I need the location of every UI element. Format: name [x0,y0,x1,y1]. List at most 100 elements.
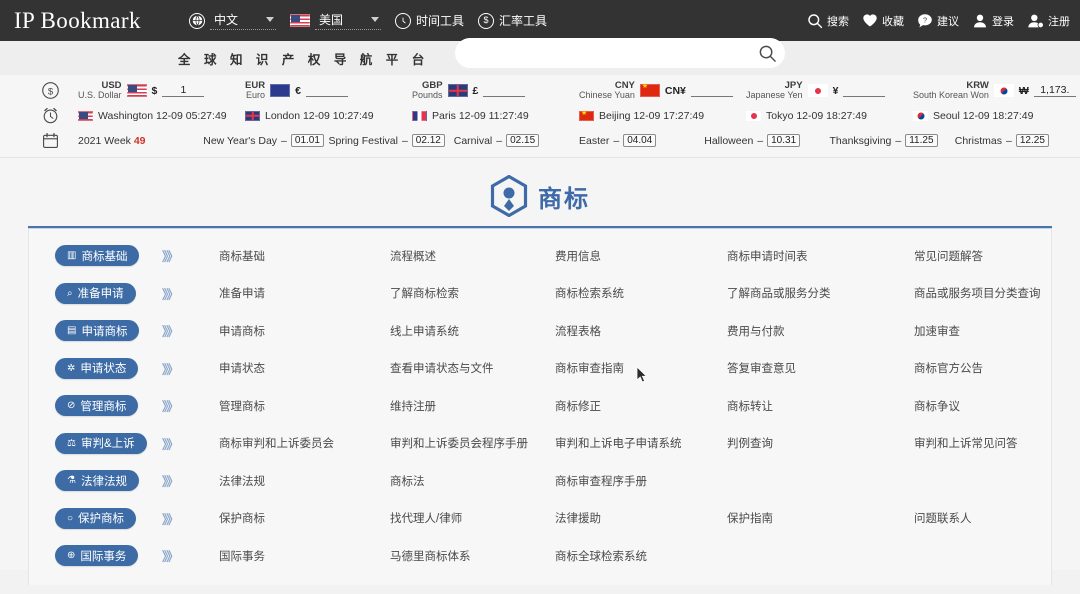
grid-link[interactable]: 费用与付款 [727,323,914,339]
holiday-item[interactable]: Halloween –10.31 [704,134,829,147]
chevron-right-icon: 》》 [162,512,179,527]
grid-link[interactable]: 费用信息 [555,248,727,264]
category-pill-0[interactable]: ▥ 商标基础 [55,245,140,267]
currency-item[interactable]: EUR Euro € [245,80,412,100]
login-button[interactable]: 登录 [972,13,1014,29]
grid-link[interactable]: 商标全球检索系统 [555,548,727,564]
grid-link[interactable]: 问题联系人 [914,510,1051,526]
grid-link[interactable]: 商标审判和上诉委员会 [219,435,390,451]
holiday-item[interactable]: Easter –04.04 [579,134,704,147]
jp-flag-icon [807,84,828,97]
grid-link[interactable]: 商标审查指南 [555,360,727,376]
grid-link[interactable]: 保护指南 [727,510,914,526]
grid-link[interactable]: 准备申请 [219,285,390,301]
currency-symbol: € [295,84,301,97]
brand-logo[interactable]: IP Bookmark [14,8,174,34]
timezone-item[interactable]: Washington 12-09 05:27:49 [78,110,245,122]
grid-link[interactable]: 审判和上诉常见问答 [914,435,1051,451]
holiday-item[interactable]: Carnival –02.15 [454,134,579,147]
category-pill-3[interactable]: ✲ 申请状态 [55,357,139,379]
search-input[interactable] [455,38,749,68]
grid-link[interactable]: 审判和上诉电子申请系统 [555,435,727,451]
grid-link[interactable]: 维持注册 [390,398,555,414]
grid-link[interactable]: 商标修正 [555,398,727,414]
category-pill-7[interactable]: ○ 保护商标 [55,507,137,529]
currency-value[interactable] [305,84,348,97]
gear-icon: ✲ [67,362,76,374]
global-search-box[interactable] [455,38,785,68]
currency-symbol: CN¥ [664,84,686,97]
category-pill-6[interactable]: ⚗ 法律法规 [55,470,139,492]
svg-text:$: $ [47,86,53,97]
grid-link[interactable]: 商标基础 [219,248,390,264]
currency-value[interactable] [843,84,886,97]
grid-link[interactable]: 法律法规 [219,473,390,489]
category-pill-1[interactable]: ⌕ 准备申请 [55,282,136,304]
grid-link[interactable]: 商标官方公告 [914,360,1051,376]
grid-link[interactable]: 答复审查意见 [727,360,914,376]
time-tool-button[interactable]: 时间工具 [388,12,471,29]
timezone-item[interactable]: Paris 12-09 11:27:49 [412,110,579,122]
currency-value[interactable] [690,84,733,97]
suggestion-button[interactable]: ? 建议 [917,13,959,29]
grid-link[interactable]: 马德里商标体系 [390,548,555,564]
grid-link[interactable]: 商标法 [390,473,555,489]
grid-link[interactable]: 判例查询 [727,435,914,451]
language-select[interactable]: 中文 [210,11,276,30]
grid-link[interactable]: 找代理人/律师 [390,510,555,526]
timezone-item[interactable]: London 12-09 10:27:49 [245,110,412,122]
favorites-button[interactable]: 收藏 [862,13,904,29]
timezone-item[interactable]: Seoul 12-09 18:27:49 [913,110,1080,122]
category-pill-2[interactable]: ▤ 申请商标 [55,320,140,342]
grid-link[interactable]: 管理商标 [219,398,390,414]
holiday-item[interactable]: Christmas –12.25 [955,134,1080,147]
grid-link[interactable]: 商标检索系统 [555,285,727,301]
country-selector[interactable]: 美国 [283,11,388,30]
grid-link[interactable]: 保护商标 [219,510,390,526]
grid-link[interactable]: 商标争议 [914,398,1051,414]
category-pill-5[interactable]: ⚖ 审判&上诉 [55,432,147,454]
search-submit-icon[interactable] [749,38,785,68]
svg-text:?: ? [923,15,927,24]
currency-item[interactable]: KRW South Korean Won ₩1,173. [913,80,1080,100]
grid-link[interactable]: 申请商标 [219,323,390,339]
grid-link[interactable]: 加速审查 [914,323,1051,339]
category-pill-8[interactable]: ⊕ 国际事务 [55,545,139,567]
grid-link[interactable]: 商标申请时间表 [727,248,914,264]
grid-link[interactable]: 线上申请系统 [390,323,555,339]
grid-link[interactable]: 流程表格 [555,323,727,339]
holiday-item[interactable]: Thanksgiving –11.25 [830,134,955,147]
category-pill-4[interactable]: ⊘ 管理商标 [55,395,139,417]
rate-tool-button[interactable]: $ 汇率工具 [471,12,554,29]
search-button[interactable]: 搜索 [807,13,849,29]
grid-link[interactable]: 商品或服务项目分类查询 [914,285,1051,301]
language-selector[interactable]: 中文 [182,11,283,30]
grid-link[interactable]: 商标转让 [727,398,914,414]
grid-link[interactable]: 流程概述 [390,248,555,264]
currency-value[interactable] [483,84,526,97]
timezone-item[interactable]: Beijing 12-09 17:27:49 [579,110,746,122]
holiday-item[interactable]: Spring Festival –02.12 [329,134,454,147]
grid-link[interactable]: 了解商品或服务分类 [727,285,914,301]
register-button[interactable]: 注册 [1027,13,1070,29]
grid-link[interactable]: 查看申请状态与文件 [390,360,555,376]
holiday-dash: – [496,134,503,147]
currency-item[interactable]: CNYChinese Yuan CN¥ [579,80,746,100]
grid-link[interactable]: 商标审查程序手册 [555,473,727,489]
timezone-item[interactable]: Tokyo 12-09 18:27:49 [746,110,913,122]
grid-link[interactable]: 审判和上诉委员会程序手册 [390,435,555,451]
grid-link[interactable]: 申请状态 [219,360,390,376]
grid-link[interactable]: 了解商标检索 [390,285,555,301]
grid-link[interactable]: 国际事务 [219,548,390,564]
timezone-text: Washington 12-09 05:27:49 [98,109,227,122]
grid-link[interactable]: 常见问题解答 [914,248,1051,264]
currency-item[interactable]: JPY Japanese Yen ¥ [746,80,913,100]
currency-item[interactable]: GBP Pounds £ [412,80,579,100]
currency-value[interactable]: 1,173. [1033,84,1076,97]
grid-link[interactable]: 法律援助 [555,510,727,526]
document-icon: ▤ [67,325,77,337]
country-select[interactable]: 美国 [315,11,381,30]
currency-item[interactable]: USD U.S. Dollar $1 [78,80,245,100]
currency-value[interactable]: 1 [162,84,205,97]
holiday-item[interactable]: New Year's Day –01.01 [203,134,328,147]
